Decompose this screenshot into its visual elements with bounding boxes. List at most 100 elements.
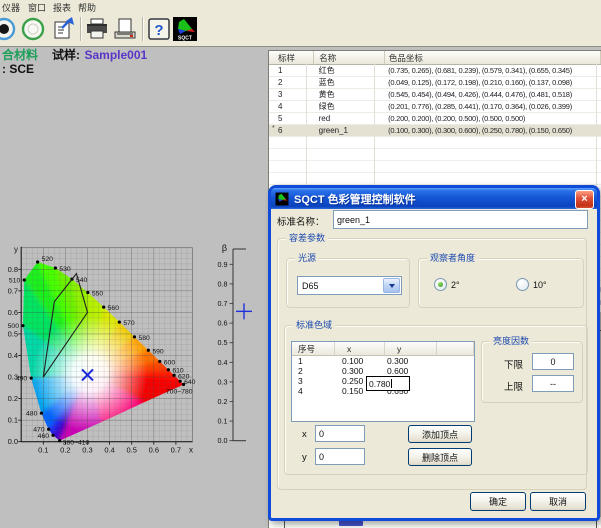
- column-header-standard[interactable]: 标样: [269, 51, 314, 64]
- sqct-logo-icon[interactable]: SQCT: [172, 16, 198, 42]
- sample-measure-icon[interactable]: [20, 16, 46, 42]
- svg-text:0.1: 0.1: [38, 446, 48, 455]
- toolbar-separator: [80, 17, 82, 41]
- svg-text:460: 460: [38, 433, 50, 440]
- empty-table-row: [269, 173, 601, 185]
- print-preview-icon[interactable]: [112, 16, 138, 42]
- svg-text:0.2: 0.2: [60, 446, 70, 455]
- svg-text:0.0: 0.0: [8, 437, 18, 446]
- sqct-logo-icon: [275, 192, 289, 206]
- svg-text:?: ?: [154, 22, 163, 39]
- svg-text:y: y: [14, 245, 18, 254]
- svg-text:510: 510: [9, 278, 21, 285]
- sample-name: Sample001: [84, 48, 147, 62]
- dialog-body: 标准名称： green_1 容差参数 光源 D65 观察者角度 2° 10: [271, 209, 597, 512]
- close-icon[interactable]: ×: [575, 190, 594, 209]
- cell-coordinates: (0.735, 0.265), (0.681, 0.239), (0.579, …: [384, 66, 601, 75]
- menu-item-report[interactable]: 报表: [53, 1, 71, 14]
- vertex-y-edit-input[interactable]: 0.780: [366, 376, 410, 391]
- observer-angle-group-title: 观察者角度: [427, 253, 478, 264]
- vertex-index: 2: [292, 366, 334, 376]
- upper-limit-input[interactable]: --: [532, 375, 574, 392]
- light-source-select[interactable]: D65: [297, 276, 402, 295]
- svg-text:700~780: 700~780: [166, 389, 193, 396]
- svg-text:0.8: 0.8: [218, 279, 228, 288]
- menu-item-window[interactable]: 窗口: [28, 1, 46, 14]
- material-label: 合材料: [2, 48, 38, 62]
- tolerance-group: 容差参数 光源 D65 观察者角度 2° 10°: [277, 238, 587, 490]
- vertex-table[interactable]: 序号 x y 10.1000.30020.3000.60030.25040.15…: [291, 341, 475, 422]
- vertex-row[interactable]: 10.1000.300: [292, 356, 474, 366]
- toolbar: ? SQCT: [0, 14, 601, 47]
- svg-text:0.7: 0.7: [171, 446, 181, 455]
- empty-table-row: [269, 161, 601, 173]
- vertex-col-extra: [437, 342, 474, 355]
- svg-text:480: 480: [26, 411, 38, 418]
- light-source-value: D65: [302, 281, 319, 291]
- column-header-coordinates[interactable]: 色品坐标: [385, 51, 601, 64]
- ok-button[interactable]: 确定: [470, 492, 526, 511]
- menu-item-instrument[interactable]: 仪器: [2, 1, 20, 14]
- column-header-name[interactable]: 名称: [314, 51, 385, 64]
- standard-gamut-group-title: 标准色域: [293, 320, 335, 331]
- svg-text:0.5: 0.5: [218, 338, 228, 347]
- table-row[interactable]: 2蓝色(0.049, 0.125), (0.172, 0.198), (0.21…: [269, 77, 601, 89]
- table-row[interactable]: 4绿色(0.201, 0.776), (0.285, 0.441), (0.17…: [269, 101, 601, 113]
- delete-vertex-button[interactable]: 删除顶点: [408, 448, 472, 466]
- vertex-table-header: 序号 x y: [292, 342, 474, 356]
- vertex-y: 0.600: [379, 366, 426, 376]
- svg-text:0.4: 0.4: [104, 446, 114, 455]
- svg-text:0.0: 0.0: [218, 436, 228, 445]
- dialog-titlebar[interactable]: SQCT 色彩管理控制软件 ×: [271, 188, 597, 209]
- chevron-down-icon[interactable]: [383, 278, 400, 293]
- menu-item-help[interactable]: 帮助: [78, 1, 96, 14]
- y-coordinate-input[interactable]: 0: [315, 448, 365, 465]
- svg-text:530: 530: [59, 266, 71, 273]
- observer-2deg-radio[interactable]: 2°: [434, 278, 460, 291]
- svg-text:0.1: 0.1: [218, 417, 228, 426]
- x-coordinate-input[interactable]: 0: [315, 425, 365, 442]
- vertex-col-x[interactable]: x: [335, 342, 385, 355]
- empty-table-row: [269, 137, 601, 149]
- vertex-row[interactable]: 20.3000.600: [292, 366, 474, 376]
- lower-limit-input[interactable]: 0: [532, 353, 574, 370]
- svg-text:x: x: [189, 446, 193, 455]
- svg-text:0.3: 0.3: [82, 446, 92, 455]
- table-row[interactable]: 3黄色(0.545, 0.454), (0.494, 0.426), (0.44…: [269, 89, 601, 101]
- add-vertex-button[interactable]: 添加顶点: [408, 425, 472, 443]
- svg-text:0.6: 0.6: [149, 446, 159, 455]
- table-row[interactable]: 1红色(0.735, 0.265), (0.681, 0.239), (0.57…: [269, 65, 601, 77]
- table-row[interactable]: 5red(0.200, 0.200), (0.200, 0.500), (0.5…: [269, 113, 601, 125]
- vertex-col-index[interactable]: 序号: [292, 342, 335, 355]
- standard-gamut-group: 标准色域 序号 x y 10.1000.30020.3000.60030.250…: [284, 325, 588, 475]
- standard-name-input[interactable]: green_1: [333, 210, 588, 229]
- observer-angle-group: 观察者角度 2° 10°: [418, 258, 584, 308]
- svg-text:0.6: 0.6: [218, 319, 228, 328]
- svg-text:0.2: 0.2: [218, 397, 228, 406]
- vertex-x: 0.100: [334, 356, 379, 366]
- svg-text:560: 560: [108, 305, 120, 312]
- svg-text:470: 470: [33, 427, 45, 434]
- svg-text:0.4: 0.4: [8, 351, 18, 360]
- upper-limit-label: 上限: [504, 379, 523, 393]
- observer-10deg-radio[interactable]: 10°: [516, 278, 547, 291]
- cell-coordinates: (0.100, 0.300), (0.300, 0.600), (0.250, …: [384, 126, 601, 135]
- svg-text:0.5: 0.5: [126, 446, 136, 455]
- table-row[interactable]: *6green_1(0.100, 0.300), (0.300, 0.600),…: [269, 125, 601, 137]
- cancel-button[interactable]: 取消: [530, 492, 586, 511]
- standard-measure-icon[interactable]: [0, 16, 17, 42]
- lower-limit-label: 下限: [504, 357, 523, 371]
- app-window: { "menu": { "items": ["仪器", "窗口", "报表", …: [0, 0, 601, 528]
- svg-text:β: β: [222, 243, 227, 253]
- report-icon[interactable]: [50, 16, 76, 42]
- toolbar-separator: [142, 17, 144, 41]
- tolerance-group-title: 容差参数: [286, 233, 328, 244]
- print-icon[interactable]: [84, 16, 110, 42]
- x-coordinate-label: x: [302, 429, 307, 440]
- light-source-group-title: 光源: [295, 253, 319, 264]
- svg-text:490: 490: [16, 376, 28, 383]
- help-icon[interactable]: ?: [146, 16, 172, 42]
- dialog-title: SQCT 色彩管理控制软件: [294, 191, 416, 207]
- svg-text:0.9: 0.9: [218, 260, 228, 269]
- vertex-col-y[interactable]: y: [385, 342, 437, 355]
